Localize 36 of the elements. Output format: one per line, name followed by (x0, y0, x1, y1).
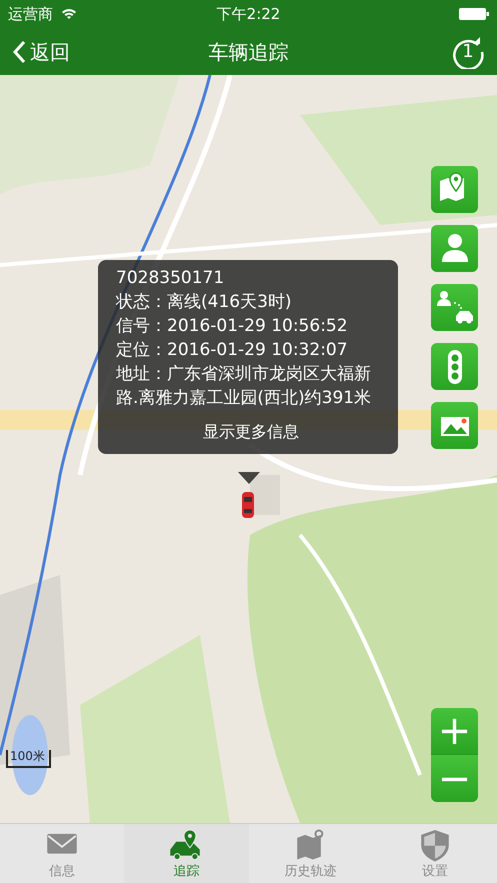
back-button[interactable]: 返回 (12, 36, 70, 66)
map-tool-button[interactable] (431, 166, 478, 213)
tab-item[interactable]: 信息 (0, 824, 124, 883)
car-marker-icon (242, 492, 254, 518)
info-line: 地址：广东省深圳市龙岗区大福新路.离雅力嘉工业园(西北)约391米 (116, 363, 372, 410)
scale-bar: 100米 (6, 750, 51, 768)
zoom-in-button[interactable]: + (431, 708, 478, 755)
info-line: 7028350171 (116, 267, 226, 290)
mail-icon (47, 834, 77, 854)
info-line: 状态：离线(416天3时) (116, 291, 293, 314)
page-title: 车辆追踪 (208, 38, 288, 66)
person-car-icon (436, 290, 472, 323)
carrier-name: 运营商 (8, 4, 53, 25)
tab-item[interactable]: 追踪 (124, 824, 248, 883)
image-icon (440, 416, 468, 436)
map-pin-icon (440, 172, 464, 200)
zoom-out-button[interactable]: − (431, 755, 478, 802)
tab-item[interactable]: 设置 (372, 824, 497, 883)
tab-item[interactable]: 历史轨迹 (248, 824, 373, 883)
map-icon (296, 829, 323, 860)
car-pin-icon (170, 829, 200, 860)
traffic-light-icon (448, 350, 462, 384)
map-tool-button[interactable] (431, 225, 478, 272)
shield-icon (421, 830, 449, 862)
map-tool-button[interactable] (431, 284, 478, 331)
wifi-icon (61, 8, 77, 20)
more-info-link[interactable]: 显示更多信息 (116, 420, 386, 444)
info-line: 定位：2016-01-29 10:32:07 (116, 339, 349, 362)
clock-time: 下午2:22 (216, 4, 280, 25)
back-chevron-icon (12, 40, 26, 64)
refresh-button[interactable]: 1 (451, 34, 485, 68)
info-line: 信号：2016-01-29 10:56:52 (116, 315, 349, 338)
map-tool-button[interactable] (431, 343, 478, 390)
battery-icon (459, 8, 489, 20)
map-tool-button[interactable] (431, 402, 478, 449)
person-icon (442, 234, 468, 262)
